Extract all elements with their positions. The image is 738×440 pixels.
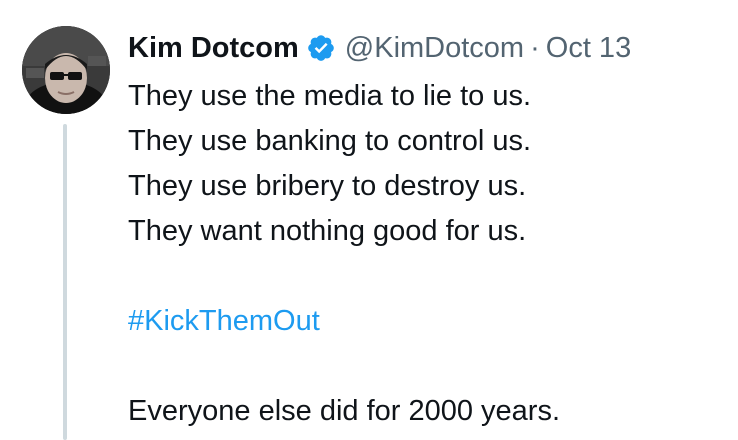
thread-line	[63, 124, 67, 440]
author-handle[interactable]: @KimDotcom	[345, 28, 524, 68]
avatar-photo-icon	[22, 26, 110, 114]
tweet-line: They want nothing good for us.	[128, 215, 527, 247]
paragraph-break	[128, 344, 728, 389]
tweet-header: Kim Dotcom @KimDotcom · Oct 13	[128, 28, 631, 68]
tweet-closing-line: Everyone else did for 2000 years.	[128, 395, 561, 427]
tweet-text: They use the media to lie to us. They us…	[128, 74, 728, 434]
tweet-date[interactable]: Oct 13	[546, 28, 631, 68]
paragraph-break	[128, 254, 728, 299]
tweet-card[interactable]: Kim Dotcom @KimDotcom · Oct 13 They use …	[0, 0, 738, 440]
tweet-line: They use bribery to destroy us.	[128, 170, 527, 202]
hashtag-link[interactable]: #KickThemOut	[128, 305, 320, 337]
tweet-line: They use the media to lie to us.	[128, 80, 531, 112]
verified-badge-icon	[307, 35, 334, 61]
author-avatar[interactable]	[22, 26, 110, 114]
tweet-line: They use banking to control us.	[128, 125, 532, 157]
header-separator: ·	[530, 32, 540, 64]
author-display-name[interactable]: Kim Dotcom	[128, 28, 299, 68]
